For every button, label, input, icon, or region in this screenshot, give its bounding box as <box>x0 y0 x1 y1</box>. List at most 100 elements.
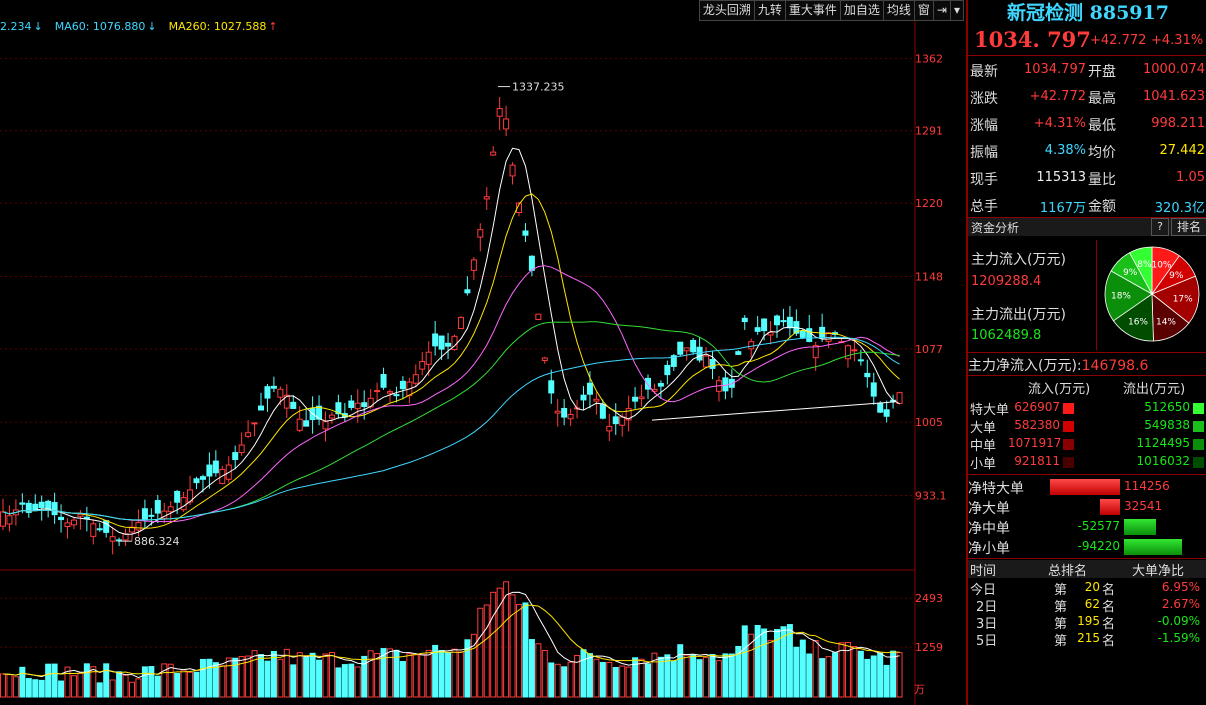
fund-flow-pie-chart: 10%9%17%14%16%18%9%8% <box>1104 246 1200 342</box>
volume-bar <box>677 644 684 698</box>
candle-body <box>96 528 103 531</box>
volume-bar <box>270 650 277 698</box>
volume-bar <box>612 667 619 698</box>
volume-bar <box>412 654 419 698</box>
ma-legend: 2.234 ↓ MA60: 1076.880 ↓ MA260: 1027.588 ↑ <box>0 20 290 38</box>
candle-body <box>703 355 710 368</box>
flow-out-value: 549838 <box>1144 418 1190 432</box>
candle-body <box>496 108 503 117</box>
volume-bar <box>806 653 813 698</box>
volume-axis-label: 1259 <box>915 641 943 654</box>
volume-bar <box>96 682 103 698</box>
volume-bar <box>761 628 768 698</box>
net-flow-row: 净中单 -52577 <box>968 517 1206 537</box>
stat-label: 最低 <box>1088 118 1116 134</box>
candle-body <box>290 401 297 409</box>
candle-body <box>554 410 561 414</box>
candle-body <box>541 357 548 361</box>
volume-bar <box>690 654 697 698</box>
net-flow-name: 净大单 <box>968 501 1010 517</box>
volume-bar <box>825 656 832 698</box>
candle-body <box>657 383 664 387</box>
volume-bar <box>857 650 864 698</box>
rank-button[interactable]: 排名 <box>1171 218 1206 236</box>
rank-row: 今日第 20 名 6.95% <box>968 579 1206 598</box>
kline-chart-area[interactable]: 1362 1291 1220 1148 1077 1005 933.1 2493 1259 万 13… <box>0 0 966 705</box>
candle-body <box>270 385 277 389</box>
flow-in-swatch <box>1063 439 1074 450</box>
volume-bar <box>741 625 748 698</box>
volume-bar <box>457 651 464 698</box>
stat-value: 998.211 <box>1151 116 1205 131</box>
volume-bar <box>187 671 194 698</box>
candle-body <box>477 229 484 238</box>
volume-bar <box>225 657 232 698</box>
candle-body <box>490 151 497 156</box>
toolbar-item-1[interactable]: 九转 <box>753 0 785 21</box>
stat-value: 1034.797 <box>1023 62 1086 77</box>
flow-in-value: 582380 <box>1014 418 1060 432</box>
volume-bar <box>296 652 303 698</box>
help-button[interactable]: ? <box>1151 218 1169 236</box>
volume-bar <box>715 660 722 698</box>
volume-bar <box>883 664 890 698</box>
toolbar-item-3[interactable]: 加自选 <box>839 0 883 21</box>
net-flow-bar <box>1124 539 1182 555</box>
volume-bar <box>670 660 677 698</box>
pie-slice-label: 17% <box>1173 294 1193 304</box>
volume-bar <box>535 643 542 698</box>
volume-bar <box>851 645 858 698</box>
fund-analysis-title: 资金分析 <box>971 221 1020 235</box>
ma5-line <box>2 147 900 535</box>
kline-chart[interactable]: 1362 1291 1220 1148 1077 1005 933.1 2493 1259 万 13… <box>0 0 966 705</box>
flow-out-header: 流出(万元) <box>1123 382 1186 397</box>
flow-out-value: 1124495 <box>1136 436 1190 450</box>
volume-bar <box>793 646 800 698</box>
volume-bar <box>786 624 793 698</box>
toolbar-item-6[interactable]: ⇥ <box>932 0 950 21</box>
main-outflow-value: 1062489.8 <box>971 328 1042 343</box>
rank-time-header: 时间 <box>970 564 997 579</box>
candle-body <box>528 255 535 271</box>
stat-value: 1000.074 <box>1142 62 1205 77</box>
toolbar-item-4[interactable]: 均线 <box>882 0 914 21</box>
candle-body <box>180 497 187 511</box>
flow-in-value: 1071917 <box>1008 436 1062 450</box>
volume-bar <box>580 649 587 698</box>
volume-bar <box>141 666 148 698</box>
volume-bar <box>638 658 645 698</box>
pie-slice-label: 18% <box>1111 291 1131 301</box>
candle-body <box>722 377 729 392</box>
net-flow-row: 净小单 -94220 <box>968 537 1206 557</box>
toolbar-item-5[interactable]: 窗 <box>913 0 933 21</box>
toolbar-item-0[interactable]: 龙头回溯 <box>698 0 754 21</box>
volume-bar <box>6 674 13 698</box>
net-inflow-label: 主力净流入(万元): <box>968 358 1082 374</box>
fund-analysis-header: 资金分析 ? 排名 <box>968 218 1206 236</box>
candle-body <box>361 402 368 408</box>
candle-body <box>896 392 903 404</box>
volume-bar <box>83 663 90 698</box>
volume-bar <box>683 654 690 698</box>
candle-body <box>206 464 213 477</box>
ma-legend-item: MA260: 1027.588 ↑ <box>168 20 278 33</box>
toolbar-item-7[interactable]: ▾ <box>949 0 964 21</box>
flow-row: 中单 1071917 1124495 <box>968 435 1206 454</box>
toolbar-item-2[interactable]: 重大事件 <box>784 0 840 21</box>
candle-body <box>109 536 116 542</box>
flow-out-value: 1016032 <box>1136 454 1190 468</box>
candle-body <box>264 386 271 399</box>
candle-body <box>877 403 884 413</box>
net-flow-bar <box>1050 479 1120 495</box>
volume-bar <box>767 639 774 698</box>
volume-bar <box>406 653 413 698</box>
candle-body <box>38 501 45 509</box>
candle-body <box>806 328 813 342</box>
candle-body <box>774 315 780 326</box>
volume-bar <box>522 602 529 698</box>
net-inflow-value: 146798.6 <box>1081 358 1149 374</box>
candle-body <box>174 490 181 503</box>
pie-slice-label: 10% <box>1151 261 1171 271</box>
volume-bar <box>657 656 664 698</box>
volume-bar <box>354 666 361 698</box>
